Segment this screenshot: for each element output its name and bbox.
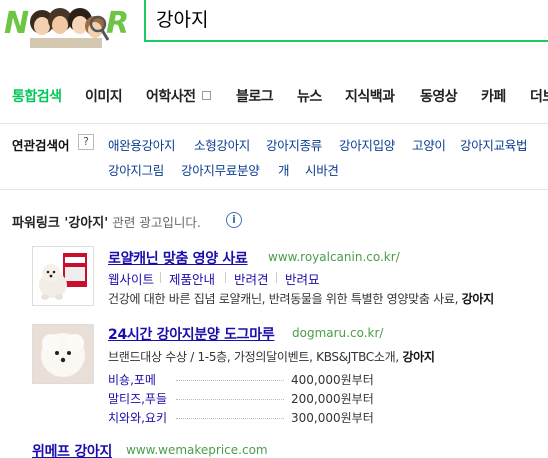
ad-sitelink[interactable]: 반려견: [234, 269, 269, 288]
ad-thumbnail[interactable]: [32, 246, 94, 306]
ad-url[interactable]: dogmaru.co.kr/: [292, 326, 383, 340]
related-item[interactable]: 애완용강아지: [108, 135, 176, 154]
related-item[interactable]: 강아지그림: [108, 160, 164, 179]
header: N R: [0, 0, 548, 64]
related-item[interactable]: 개: [278, 160, 290, 179]
related-searches-title: 연관검색어: [12, 138, 70, 153]
tab-blog[interactable]: 블로그: [236, 86, 274, 106]
tab-dictionary-label: 어학사전: [146, 89, 196, 105]
related-item[interactable]: 강아지입양: [339, 135, 395, 154]
power-link-title: 파워링크 '강아지' 관련 광고입니다.: [12, 212, 201, 231]
tab-dictionary[interactable]: 어학사전: [146, 86, 211, 106]
tab-video[interactable]: 동영상: [420, 86, 458, 106]
related-item[interactable]: 강아지종류: [266, 135, 322, 154]
ad-sitelink[interactable]: 웹사이트: [108, 269, 154, 288]
price-item-name[interactable]: 비숑,포메: [108, 371, 156, 388]
tab-encyclopedia[interactable]: 지식백과: [345, 86, 395, 106]
price-item-value: 300,000원부터: [291, 411, 374, 425]
divider: [225, 272, 226, 283]
related-item[interactable]: 강아지교육법: [460, 135, 528, 154]
divider: [176, 418, 284, 419]
ad-description-text: 브랜드대상 수상 / 1-5층, 가정의달이벤트, KBS&JTBC소개,: [108, 350, 399, 364]
tab-integrated-search[interactable]: 통합검색: [12, 86, 62, 106]
svg-text:N: N: [4, 6, 29, 41]
ad-description-keyword: 강아지: [402, 350, 435, 364]
tab-more[interactable]: 더보: [530, 86, 548, 106]
logo-mascot-icon: N R: [4, 6, 129, 48]
ad-title[interactable]: 위메프 강아지: [32, 441, 112, 458]
power-link-keyword: 강아지: [68, 216, 105, 231]
search-input[interactable]: [156, 2, 536, 34]
ad-description: 브랜드대상 수상 / 1-5층, 가정의달이벤트, KBS&JTBC소개, 강아…: [108, 348, 435, 365]
search-tabs: 통합검색 이미지 어학사전 블로그 뉴스 지식백과 동영상 카페 더보: [0, 64, 548, 124]
ad-description-text: 건강에 대한 바른 집념 로얄캐닌, 반려동물을 위한 특별한 영양맞춤 사료,: [108, 292, 459, 306]
related-item[interactable]: 시바견: [305, 160, 339, 179]
ad-title[interactable]: 로얄캐닌 맞춤 영양 사료: [108, 248, 248, 268]
power-link-subtitle: 관련 광고입니다.: [112, 215, 201, 230]
related-item[interactable]: 소형강아지: [194, 135, 250, 154]
price-item-name[interactable]: 말티즈,푸들: [108, 390, 167, 407]
divider: [160, 272, 161, 283]
ad-sitelink[interactable]: 제품안내: [169, 269, 215, 288]
power-link-prefix: 파워링크 ': [12, 216, 69, 231]
help-icon[interactable]: ?: [78, 134, 94, 150]
tab-cafe[interactable]: 카페: [481, 86, 506, 106]
divider: [276, 272, 277, 283]
search-box: [144, 0, 548, 42]
ad-description: 건강에 대한 바른 집념 로얄캐닌, 반려동물을 위한 특별한 영양맞춤 사료,…: [108, 290, 494, 307]
divider: [176, 380, 284, 381]
ad-thumbnail[interactable]: [32, 324, 94, 384]
svg-text:R: R: [106, 6, 129, 41]
related-item[interactable]: 강아지무료분양: [181, 160, 260, 179]
divider: [176, 399, 284, 400]
price-item-name[interactable]: 치와와,요키: [108, 409, 167, 426]
info-icon[interactable]: i: [226, 212, 242, 228]
ad-url[interactable]: www.wemakeprice.com: [126, 443, 268, 457]
ad-description-keyword: 강아지: [461, 292, 495, 306]
tab-images[interactable]: 이미지: [85, 86, 123, 106]
external-link-icon: [201, 91, 211, 100]
naver-logo[interactable]: N R: [2, 0, 144, 52]
price-item-value: 400,000원부터: [291, 373, 374, 387]
dog-food-image-icon: [39, 253, 87, 300]
ad-sitelink[interactable]: 반려묘: [285, 269, 320, 288]
tab-news[interactable]: 뉴스: [297, 86, 322, 106]
puppy-image-icon: [33, 325, 93, 383]
ad-title[interactable]: 24시간 강아지분양 도그마루: [108, 324, 275, 344]
price-item-value: 200,000원부터: [291, 392, 374, 406]
related-item[interactable]: 고양이: [412, 135, 446, 154]
ad-url[interactable]: www.royalcanin.co.kr/: [268, 250, 400, 264]
power-link-suffix: ': [104, 216, 109, 231]
related-searches: 연관검색어 ? 애완용강아지 소형강아지 강아지종류 강아지입양 고양이 강아지…: [0, 124, 548, 190]
